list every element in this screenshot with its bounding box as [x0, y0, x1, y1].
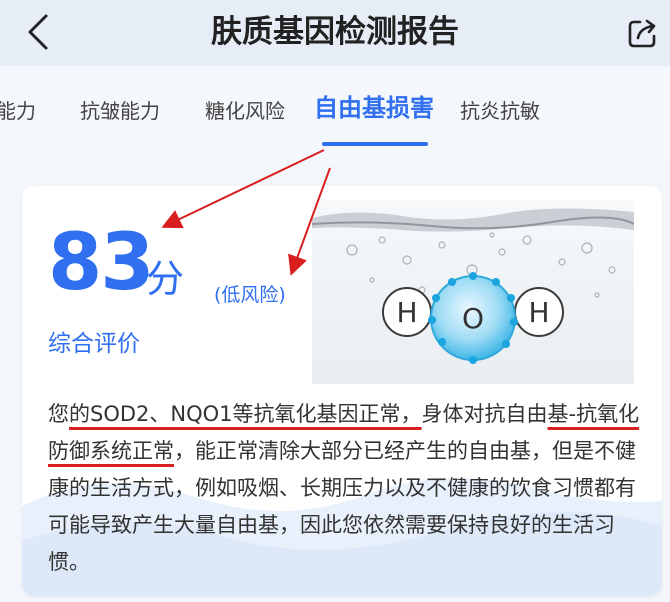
risk-level: (低风险): [214, 284, 286, 306]
tab-bar: 能力 抗皱能力 糖化风险 自由基损害 抗炎抗敏: [0, 66, 670, 162]
page-title: 肤质基因检测报告: [211, 14, 459, 50]
tab-glycation-risk[interactable]: 糖化风险: [205, 96, 285, 126]
water-molecule-illustration: H O H: [312, 200, 634, 384]
active-tab-indicator: [322, 142, 428, 146]
tab-ability[interactable]: 能力: [0, 96, 36, 126]
overall-evaluation-label: 综合评价: [48, 331, 140, 357]
atom-h-left: H: [396, 296, 417, 329]
tab-anti-inflammation[interactable]: 抗炎抗敏: [460, 96, 540, 126]
result-description: 您的SOD2、NQO1等抗氧化基因正常，身体对抗自由基-抗氧化防御系统正常，能正…: [48, 396, 648, 581]
desc-part-3: 身体对抗自由: [421, 402, 548, 426]
score-value: 83: [48, 218, 155, 308]
result-card: 83 分 (低风险) 综合评价 H O H 您的SOD2、NQO1等抗氧化基因正…: [22, 186, 662, 596]
share-icon[interactable]: [626, 16, 660, 50]
tab-anti-wrinkle[interactable]: 抗皱能力: [80, 96, 160, 126]
desc-highlight-genes: 的SOD2、NQO1等抗氧化基因正常，: [69, 402, 422, 426]
atom-h-right: H: [528, 296, 549, 329]
app-header: 肤质基因检测报告: [0, 0, 670, 66]
atom-o: O: [462, 302, 484, 335]
desc-part-1: 您: [48, 402, 69, 426]
score-unit: 分: [146, 257, 185, 301]
tab-free-radical-damage[interactable]: 自由基损害: [314, 93, 434, 123]
